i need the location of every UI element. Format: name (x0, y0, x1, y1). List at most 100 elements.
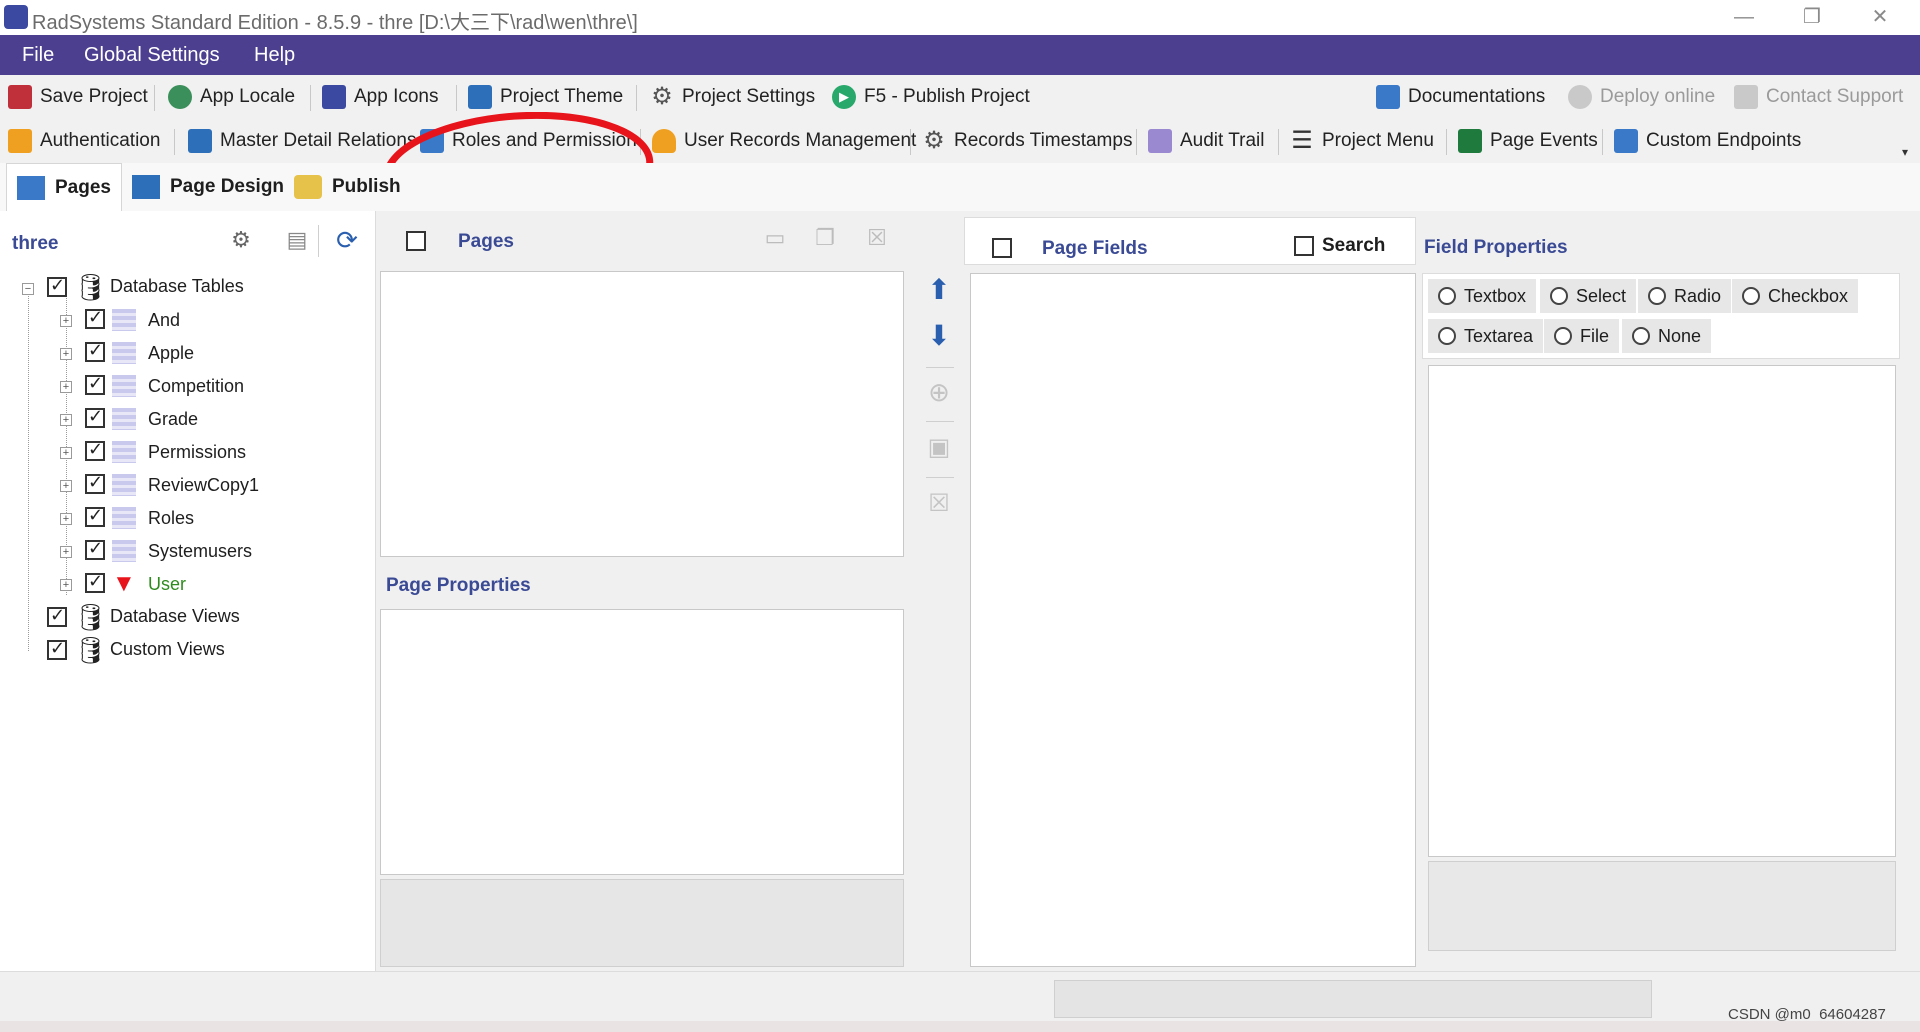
close-button[interactable]: ✕ (1852, 0, 1908, 35)
expand-toggle[interactable]: + (60, 480, 72, 492)
tab-publish[interactable]: Publish (284, 163, 411, 211)
table-checkbox[interactable] (85, 505, 105, 527)
refresh-icon[interactable]: ⟳ (334, 227, 360, 253)
progress-bar (1054, 980, 1652, 1018)
custom-views-checkbox[interactable] (47, 638, 67, 660)
pages-select-all-checkbox[interactable] (406, 231, 426, 251)
edit-field-icon[interactable]: ▣ (922, 431, 956, 465)
expand-toggle[interactable]: + (60, 579, 72, 591)
user-records-management-button[interactable]: User Records Management (652, 126, 916, 156)
table-checkbox[interactable] (85, 538, 105, 560)
tree-node-table[interactable]: User (148, 569, 186, 599)
radio-none[interactable]: None (1622, 319, 1712, 353)
tab-page-design[interactable]: Page Design (122, 163, 294, 211)
app-locale-button[interactable]: App Locale (168, 82, 295, 112)
radio-file[interactable]: File (1544, 319, 1620, 353)
database-views-checkbox[interactable] (47, 605, 67, 627)
records-timestamps-button[interactable]: ⚙ Records Timestamps (922, 126, 1132, 156)
page-properties-grid[interactable] (380, 609, 904, 875)
custom-endpoints-button[interactable]: Custom Endpoints (1614, 126, 1801, 156)
menu-global-settings[interactable]: Global Settings (84, 44, 220, 67)
delete-page-icon[interactable]: ☒ (864, 225, 890, 251)
page-properties-label: Page Properties (386, 575, 531, 596)
table-checkbox[interactable] (85, 307, 105, 329)
add-page-icon[interactable]: ▭ (762, 225, 788, 251)
publish-project-button[interactable]: ▶ F5 - Publish Project (832, 82, 1030, 112)
page-fields-list[interactable] (970, 273, 1416, 967)
table-checkbox[interactable] (85, 439, 105, 461)
tree-node-table[interactable]: Systemusers (148, 536, 252, 566)
contact-support-button[interactable]: Contact Support (1734, 82, 1903, 112)
menu-file[interactable]: File (22, 44, 54, 67)
table-checkbox[interactable] (85, 571, 105, 593)
project-menu-button[interactable]: ☰ Project Menu (1290, 126, 1434, 156)
field-properties-panel: Field Properties Textbox Select Radio Ch… (1416, 211, 1916, 971)
minimize-button[interactable]: — (1716, 0, 1772, 35)
move-up-arrow-icon[interactable]: ⬆ (922, 273, 956, 307)
database-tables-checkbox[interactable] (47, 275, 67, 297)
tab-page-design-label: Page Design (170, 176, 285, 197)
restore-button[interactable]: ❐ (1784, 0, 1840, 35)
project-settings-label: Project Settings (682, 86, 816, 107)
tree-node-database-views[interactable]: Database Views (110, 601, 240, 631)
tree-node-table[interactable]: ReviewCopy1 (148, 470, 259, 500)
field-properties-grid[interactable] (1428, 365, 1896, 857)
toolbar-overflow-icon[interactable]: ▾ (1902, 145, 1908, 159)
app-icons-button[interactable]: App Icons (322, 82, 439, 112)
authentication-label: Authentication (40, 130, 161, 151)
tab-pages[interactable]: Pages (6, 163, 122, 211)
project-settings-button[interactable]: ⚙ Project Settings (650, 82, 815, 112)
table-icon (112, 309, 136, 331)
tree-node-table[interactable]: Competition (148, 371, 244, 401)
authentication-button[interactable]: Authentication (8, 126, 160, 156)
radio-checkbox[interactable]: Checkbox (1732, 279, 1859, 313)
project-explorer: three ⚙ ▤ ⟳ − 🛢 Database Tables + And + App… (0, 211, 376, 971)
radio-select[interactable]: Select (1540, 279, 1637, 313)
page-events-button[interactable]: Page Events (1458, 126, 1598, 156)
menu-help[interactable]: Help (254, 44, 295, 67)
documentations-button[interactable]: Documentations (1376, 82, 1545, 112)
radio-textarea[interactable]: Textarea (1428, 319, 1544, 353)
table-checkbox[interactable] (85, 472, 105, 494)
settings-gear-icon[interactable]: ⚙ (228, 227, 254, 253)
expand-toggle[interactable]: + (60, 546, 72, 558)
publish-icon (294, 175, 322, 199)
tree-node-table[interactable]: And (148, 305, 180, 335)
expand-toggle[interactable]: + (60, 315, 72, 327)
records-timestamps-label: Records Timestamps (954, 130, 1133, 151)
fields-select-all-checkbox[interactable] (992, 238, 1012, 258)
table-checkbox[interactable] (85, 340, 105, 362)
table-settings-icon[interactable]: ▤ (284, 227, 310, 253)
table-icon (112, 540, 136, 562)
deploy-online-button[interactable]: Deploy online (1568, 82, 1715, 112)
add-field-icon[interactable]: ⊕ (922, 375, 956, 409)
tree-node-custom-views[interactable]: Custom Views (110, 634, 225, 664)
copy-page-icon[interactable]: ❐ (812, 225, 838, 251)
radio-textbox[interactable]: Textbox (1428, 279, 1537, 313)
tree-node-table[interactable]: Roles (148, 503, 194, 533)
save-project-button[interactable]: Save Project (8, 82, 148, 112)
audit-trail-label: Audit Trail (1180, 130, 1265, 151)
audit-trail-button[interactable]: Audit Trail (1148, 126, 1264, 156)
search-checkbox[interactable] (1294, 236, 1314, 256)
page-fields-label: Page Fields (1042, 238, 1148, 259)
table-checkbox[interactable] (85, 373, 105, 395)
expand-toggle[interactable]: + (60, 447, 72, 459)
tree-node-table[interactable]: Grade (148, 404, 198, 434)
tree-node-database-tables[interactable]: Database Tables (110, 271, 244, 301)
expand-toggle[interactable]: + (60, 348, 72, 360)
expand-toggle[interactable]: + (60, 513, 72, 525)
expand-toggle[interactable]: + (60, 381, 72, 393)
move-down-arrow-icon[interactable]: ⬇ (922, 319, 956, 353)
remove-field-icon[interactable]: ☒ (922, 487, 956, 521)
expand-toggle[interactable]: + (60, 414, 72, 426)
radio-circle-icon (1632, 327, 1650, 345)
gears-icon: ⚙ (923, 127, 945, 154)
collapse-toggle[interactable]: − (22, 283, 34, 295)
tree-node-table[interactable]: Apple (148, 338, 194, 368)
pages-list[interactable] (380, 271, 904, 557)
project-theme-button[interactable]: Project Theme (468, 82, 623, 112)
table-checkbox[interactable] (85, 406, 105, 428)
tree-node-table[interactable]: Permissions (148, 437, 246, 467)
radio-radio[interactable]: Radio (1638, 279, 1732, 313)
